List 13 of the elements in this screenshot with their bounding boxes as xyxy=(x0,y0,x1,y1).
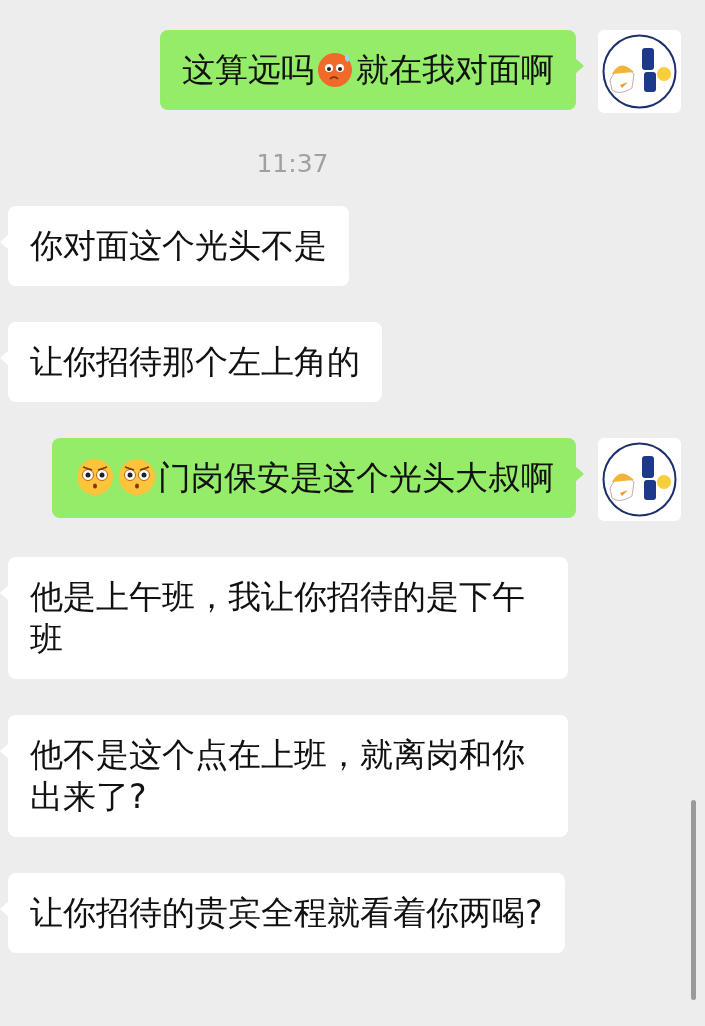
message-text: 你对面这个光头不是 xyxy=(30,226,327,265)
avatar-icon xyxy=(598,438,681,521)
message-text: 门岗保安是这个光头大叔啊 xyxy=(158,458,554,497)
shocked-face-icon xyxy=(75,457,115,497)
avatar-icon xyxy=(598,30,681,113)
message-text: 他是上午班，我让你招待的是下午班 xyxy=(30,577,525,658)
message-text: 就在我对面啊 xyxy=(356,50,554,89)
timestamp: 11:37 xyxy=(256,149,329,178)
message-text: 他不是这个点在上班，就离岗和你出来了? xyxy=(30,735,525,816)
message-text: 这算远吗 xyxy=(182,50,314,89)
shocked-face-icon xyxy=(117,457,157,497)
message-text: 让你招待那个左上角的 xyxy=(30,342,360,381)
message-text: 让你招待的贵宾全程就看着你两喝? xyxy=(30,893,543,932)
